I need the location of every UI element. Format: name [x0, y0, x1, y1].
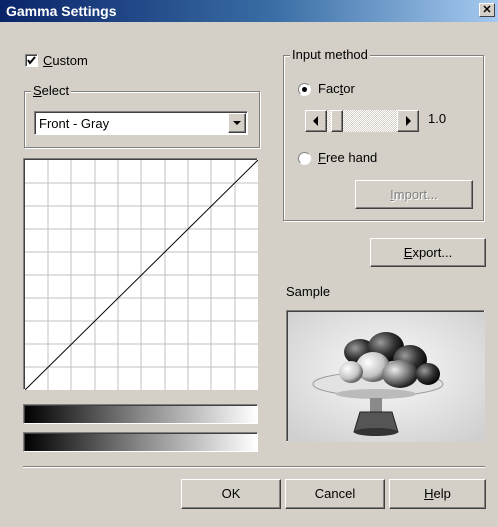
output-gradient-bar [23, 404, 258, 424]
gamma-settings-dialog: Gamma Settings ✕ Custom Select Front - G… [0, 0, 498, 527]
input-gradient-bar [23, 432, 258, 452]
chevron-down-icon [233, 121, 241, 125]
factor-slider[interactable] [305, 109, 419, 133]
free-hand-radio[interactable] [298, 152, 311, 165]
slider-thumb[interactable] [331, 110, 343, 132]
arrow-right-icon [406, 116, 411, 126]
free-hand-rest: ree hand [325, 150, 378, 165]
sample-image [286, 310, 485, 442]
separator [23, 466, 485, 468]
free-hand-accel: F [318, 150, 326, 165]
custom-label[interactable]: Custom [43, 53, 88, 68]
slider-right-button[interactable] [397, 110, 419, 132]
select-legend-accel: S [33, 83, 42, 98]
checkmark-icon [27, 56, 36, 65]
close-icon: ✕ [482, 4, 492, 16]
select-legend-rest: elect [41, 83, 70, 98]
custom-label-accel: C [43, 53, 53, 68]
fruit-bowl-image [288, 312, 485, 442]
help-accel: H [424, 486, 434, 501]
custom-checkbox[interactable] [25, 54, 38, 67]
factor-value: 1.0 [428, 111, 447, 126]
arrow-left-icon [313, 116, 318, 126]
export-button[interactable]: Export... [370, 238, 486, 267]
free-hand-label[interactable]: Free hand [318, 150, 377, 165]
select-dropdown[interactable]: Front - Gray [34, 111, 248, 135]
import-rest: mport... [393, 187, 438, 202]
factor-label[interactable]: Factor [318, 81, 355, 96]
ok-button[interactable]: OK [181, 479, 281, 509]
sample-label: Sample [286, 284, 331, 299]
import-button[interactable]: Import... [355, 180, 473, 209]
slider-left-button[interactable] [305, 110, 327, 132]
help-rest: elp [433, 486, 451, 501]
export-rest: xport... [412, 245, 453, 260]
close-button[interactable]: ✕ [479, 3, 495, 17]
custom-label-rest: ustom [52, 53, 88, 68]
select-dropdown-value: Front - Gray [39, 116, 110, 131]
radio-selected-dot [302, 87, 307, 92]
factor-label-pre: Fac [318, 81, 340, 96]
cancel-button[interactable]: Cancel [285, 479, 385, 509]
select-group-legend: Select [31, 83, 72, 98]
gamma-curve-graph[interactable] [23, 158, 258, 390]
dropdown-arrow-button[interactable] [228, 113, 246, 133]
gamma-curve-canvas[interactable] [25, 160, 258, 390]
factor-radio[interactable] [298, 83, 311, 96]
title-bar[interactable]: Gamma Settings ✕ [0, 0, 498, 22]
window-title: Gamma Settings [6, 3, 117, 19]
factor-label-post: or [343, 81, 355, 96]
input-method-legend: Input method [290, 47, 370, 62]
help-button[interactable]: Help [389, 479, 486, 509]
